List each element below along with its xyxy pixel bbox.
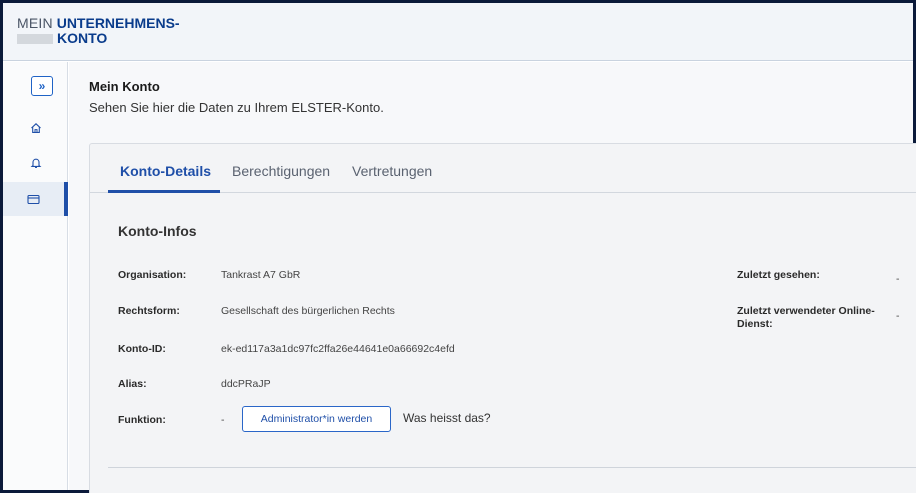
rechtsform-value: Gesellschaft des bürgerlichen Rechts [221,305,395,317]
tab-bar: Konto-Details Berechtigungen Vertretunge… [90,144,916,193]
section-divider [108,467,916,468]
funktion-value: - [221,414,225,426]
logo-text-mein: MEIN [17,15,53,31]
home-icon [30,122,42,134]
help-link-was-heisst-das[interactable]: Was heisst das? [403,411,491,425]
credit-card-icon [27,194,40,205]
logo-text-konto: KONTO [57,30,108,46]
zuletzt-dienst-value: - [896,310,900,322]
sidebar-item-notifications[interactable] [3,146,68,180]
page-subtitle: Sehen Sie hier die Daten zu Ihrem ELSTER… [89,100,384,115]
become-admin-button[interactable]: Administrator*in werden [242,406,391,432]
konto-id-value: ek-ed117a3a1dc97fc2ffa26e44641e0a66692c4… [221,343,455,355]
main-content: Mein Konto Sehen Sie hier die Daten zu I… [69,62,916,493]
sidebar-expand-button[interactable]: » [31,76,53,96]
app-logo[interactable]: MEIN UNTERNEHMENS- KONTO [17,16,180,46]
tab-konto-details[interactable]: Konto-Details [120,163,211,179]
app-header: MEIN UNTERNEHMENS- KONTO [3,3,913,61]
konto-card: Konto-Details Berechtigungen Vertretunge… [89,143,916,493]
alias-label: Alias: [118,378,147,390]
bell-icon [30,157,42,169]
alias-value: ddcPRaJP [221,378,271,390]
tab-vertretungen[interactable]: Vertretungen [352,163,432,179]
funktion-label: Funktion: [118,414,166,426]
organisation-value: Tankrast A7 GbR [221,269,301,281]
konto-id-label: Konto-ID: [118,343,166,355]
sidebar: » [3,62,68,490]
zuletzt-gesehen-value: - [896,273,900,285]
section-title-konto-infos: Konto-Infos [118,223,197,239]
logo-placeholder-bar [17,33,53,44]
active-tab-indicator [108,190,220,193]
logo-text-unternehmens: UNTERNEHMENS- [56,15,180,31]
organisation-label: Organisation: [118,269,187,281]
chevrons-right-icon: » [38,79,46,93]
page-title: Mein Konto [89,79,160,94]
sidebar-item-konto[interactable] [3,182,68,216]
sidebar-item-home[interactable] [3,111,68,145]
tab-berechtigungen[interactable]: Berechtigungen [232,163,330,179]
zuletzt-dienst-label: Zuletzt verwendeter Online-Dienst: [737,305,875,330]
zuletzt-gesehen-label: Zuletzt gesehen: [737,269,820,281]
rechtsform-label: Rechtsform: [118,305,180,317]
